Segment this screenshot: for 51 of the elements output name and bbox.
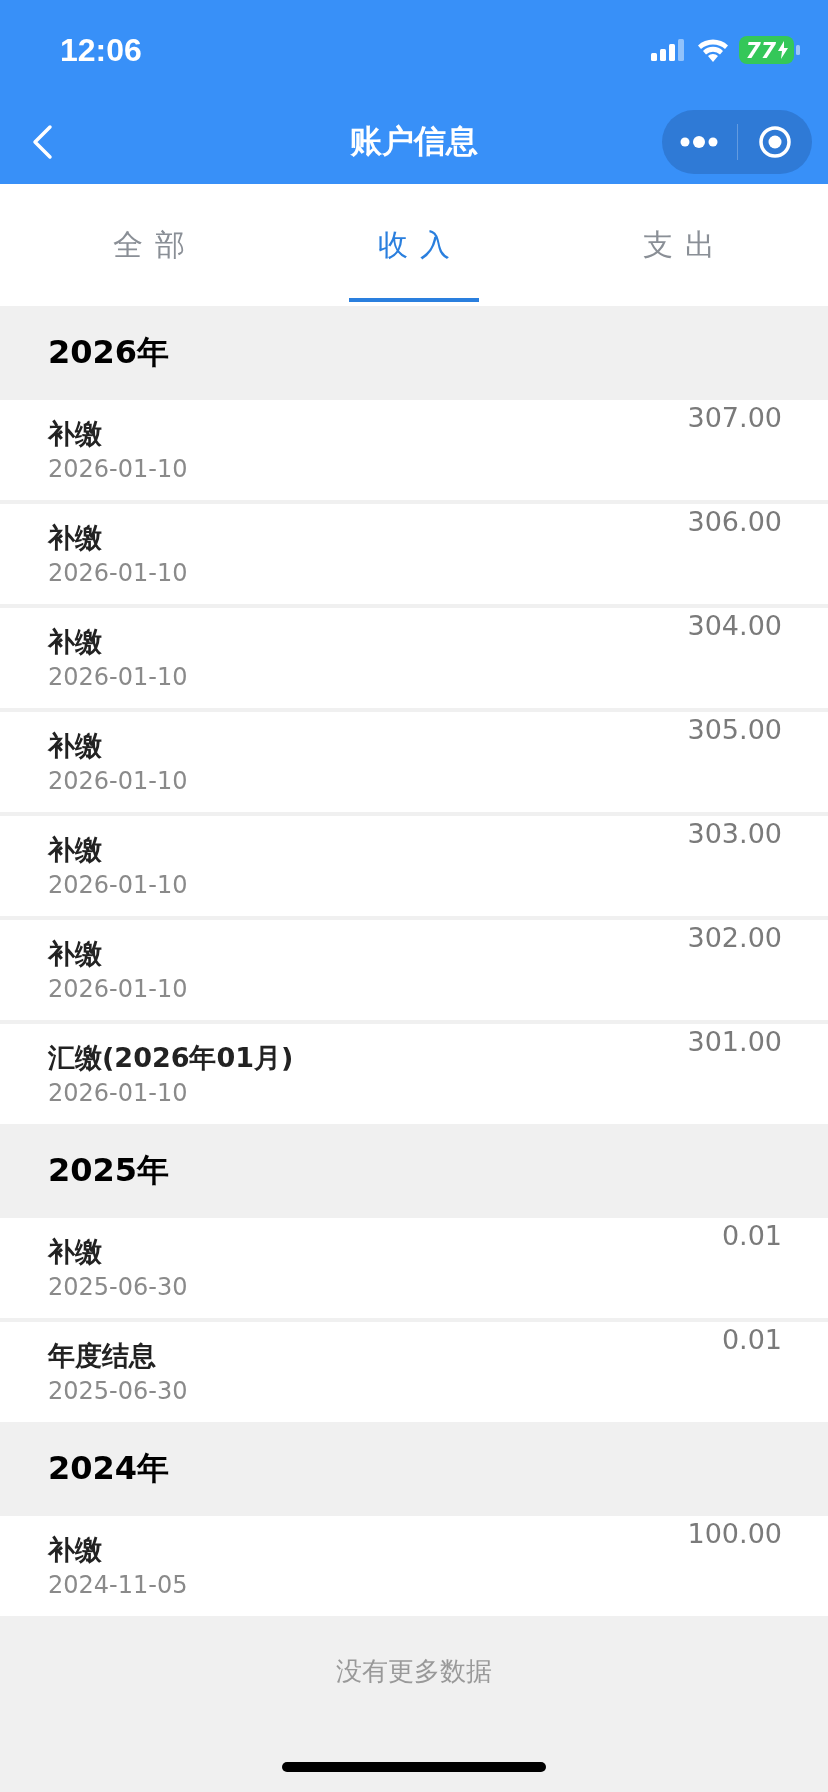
- record-row[interactable]: 补缴 2026-01-10 305.00: [0, 712, 828, 812]
- more-icon: [679, 135, 720, 149]
- record-title: 补缴: [48, 417, 103, 451]
- page-title: 账户信息: [350, 121, 478, 162]
- record-amount: 0.01: [721, 1219, 782, 1251]
- record-title: 补缴: [48, 833, 103, 867]
- record-title: 补缴: [48, 521, 103, 555]
- record-date: 2026-01-10: [48, 766, 189, 797]
- record-amount: 307.00: [687, 401, 782, 433]
- record-row[interactable]: 补缴 2025-06-30 0.01: [0, 1218, 828, 1318]
- record-title: 汇缴(2026年01月): [48, 1041, 295, 1075]
- record-amount: 303.00: [687, 817, 782, 849]
- record-row[interactable]: 年度结息 2025-06-30 0.01: [0, 1322, 828, 1422]
- record-amount: 302.00: [687, 921, 782, 953]
- record-date: 2026-01-10: [48, 662, 189, 693]
- tab[interactable]: 收入: [281, 184, 547, 306]
- record-date: 2026-01-10: [48, 974, 189, 1005]
- record-row[interactable]: 汇缴(2026年01月) 2026-01-10 301.00: [0, 1024, 828, 1124]
- record-row[interactable]: 补缴 2026-01-10 306.00: [0, 504, 828, 604]
- record-date: 2025-06-30: [48, 1272, 189, 1303]
- record-title: 补缴: [48, 729, 103, 763]
- record-amount: 305.00: [687, 713, 782, 745]
- record-row[interactable]: 补缴 2026-01-10 303.00: [0, 816, 828, 916]
- record-title: 补缴: [48, 625, 103, 659]
- wifi-icon: [697, 38, 730, 62]
- record-date: 2024-11-05: [48, 1570, 189, 1601]
- record-date: 2026-01-10: [48, 454, 189, 485]
- year-heading: 2024年: [48, 1448, 170, 1489]
- record-row[interactable]: 补缴 2026-01-10 304.00: [0, 608, 828, 708]
- record-row[interactable]: 补缴 2026-01-10 302.00: [0, 920, 828, 1020]
- record-date: 2026-01-10: [48, 1078, 189, 1109]
- record-amount: 0.01: [721, 1323, 782, 1355]
- back-icon[interactable]: [30, 124, 54, 160]
- record-date: 2026-01-10: [48, 870, 189, 901]
- record-amount: 306.00: [687, 505, 782, 537]
- year-heading: 2026年: [48, 332, 170, 373]
- record-date: 2026-01-10: [48, 558, 189, 589]
- status-time: 12:06: [60, 31, 143, 69]
- target-icon: [757, 125, 792, 159]
- record-title: 补缴: [48, 1533, 103, 1567]
- record-row[interactable]: 补缴 2024-11-05 100.00: [0, 1516, 828, 1616]
- record-title: 补缴: [48, 1235, 103, 1269]
- record-date: 2025-06-30: [48, 1376, 189, 1407]
- record-amount: 304.00: [687, 609, 782, 641]
- record-row[interactable]: 补缴 2026-01-10 307.00: [0, 400, 828, 500]
- record-title: 补缴: [48, 937, 103, 971]
- record-title: 年度结息: [48, 1339, 157, 1373]
- record-amount: 100.00: [687, 1517, 782, 1549]
- no-more-data-text: 没有更多数据: [336, 1654, 492, 1688]
- year-heading: 2025年: [48, 1150, 170, 1191]
- record-amount: 301.00: [687, 1025, 782, 1057]
